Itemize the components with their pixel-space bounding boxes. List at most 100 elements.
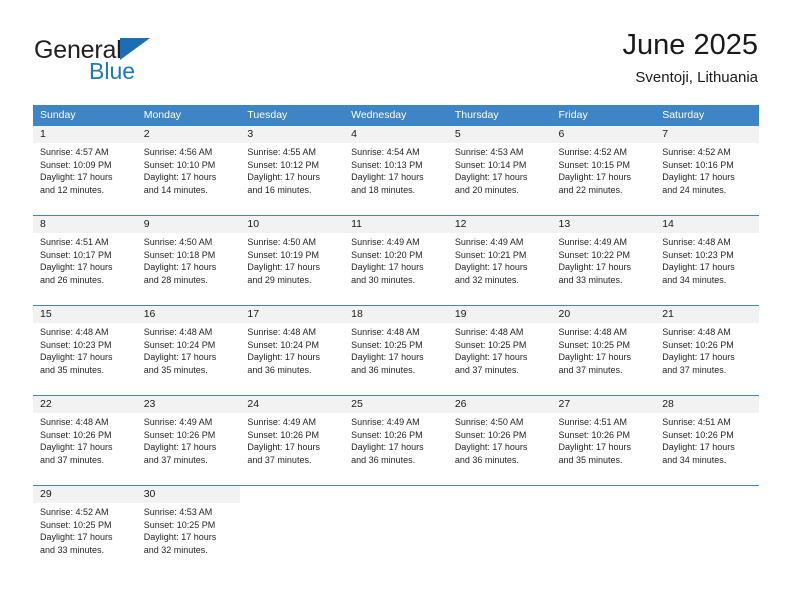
- day-detail-sunset: Sunset: 10:26 PM: [351, 429, 423, 440]
- day-detail-daylight-line1: Daylight: 17 hours: [143, 532, 217, 542]
- day-detail-sunrise: Sunrise: 4:56 AM: [143, 147, 213, 157]
- day-number: 22: [33, 396, 137, 413]
- day-detail-daylight-line1: Daylight: 17 hours: [40, 532, 113, 542]
- logo-text-blue: Blue: [89, 58, 136, 84]
- day-details: [448, 503, 552, 506]
- day-cell[interactable]: 24 Sunrise: 4:49 AM Sunset: 10:26 PM Daylig…: [240, 396, 345, 472]
- day-number: [551, 486, 656, 503]
- day-detail-daylight-line2: and 36 minutes.: [247, 364, 312, 375]
- day-cell[interactable]: 5 Sunrise: 4:53 AM Sunset: 10:14 PM Dayligh…: [447, 126, 552, 202]
- calendar-week-cells: 1 Sunrise: 4:57 AM Sunset: 10:09 PM Dayligh…: [33, 126, 759, 202]
- day-cell[interactable]: 27 Sunrise: 4:51 AM Sunset: 10:26 PM Daylig…: [551, 396, 656, 472]
- day-cell[interactable]: 12 Sunrise: 4:49 AM Sunset: 10:21 PM Daylig…: [447, 216, 552, 292]
- day-cell-empty: [551, 486, 656, 562]
- day-detail-daylight-line2: and 36 minutes.: [351, 364, 416, 375]
- day-details: Sunrise: 4:48 AM Sunset: 10:26 PM Daylight…: [655, 323, 759, 376]
- day-cell[interactable]: 1 Sunrise: 4:57 AM Sunset: 10:09 PM Dayligh…: [33, 126, 137, 202]
- day-detail-daylight-line1: Daylight: 17 hours: [558, 442, 632, 452]
- day-cell[interactable]: 19 Sunrise: 4:48 AM Sunset: 10:25 PM Daylig…: [447, 306, 552, 382]
- day-detail-sunset: Sunset: 10:26 PM: [454, 429, 527, 440]
- day-cell[interactable]: 17 Sunrise: 4:48 AM Sunset: 10:24 PM Daylig…: [240, 306, 345, 382]
- day-cell[interactable]: 18 Sunrise: 4:48 AM Sunset: 10:25 PM Daylig…: [344, 306, 448, 382]
- day-cell[interactable]: 15 Sunrise: 4:48 AM Sunset: 10:23 PM Daylig…: [33, 306, 137, 382]
- day-detail-daylight-line1: Daylight: 17 hours: [40, 352, 113, 362]
- day-details: Sunrise: 4:49 AM Sunset: 10:21 PM Daylight…: [448, 233, 552, 286]
- day-details: Sunrise: 4:48 AM Sunset: 10:26 PM Daylight…: [33, 413, 137, 466]
- day-cell[interactable]: 23 Sunrise: 4:49 AM Sunset: 10:26 PM Daylig…: [136, 396, 241, 472]
- day-cell[interactable]: 26 Sunrise: 4:50 AM Sunset: 10:26 PM Daylig…: [447, 396, 552, 472]
- day-detail-daylight-line2: and 20 minutes.: [454, 184, 519, 195]
- day-details: Sunrise: 4:48 AM Sunset: 10:25 PM Daylight…: [344, 323, 448, 376]
- day-cell[interactable]: 8 Sunrise: 4:51 AM Sunset: 10:17 PM Dayligh…: [33, 216, 137, 292]
- day-detail-sunset: Sunset: 10:24 PM: [143, 339, 216, 350]
- day-detail-sunset: Sunset: 10:23 PM: [662, 249, 734, 260]
- day-cell[interactable]: 29 Sunrise: 4:52 AM Sunset: 10:25 PM Daylig…: [33, 486, 137, 562]
- day-detail-sunset: Sunset: 10:17 PM: [40, 249, 112, 260]
- day-detail-daylight-line1: Daylight: 17 hours: [662, 352, 735, 362]
- day-cell[interactable]: 11 Sunrise: 4:49 AM Sunset: 10:20 PM Daylig…: [344, 216, 448, 292]
- calendar-week-row: 15 Sunrise: 4:48 AM Sunset: 10:23 PM Daylig…: [33, 305, 759, 382]
- day-number: 20: [551, 306, 656, 323]
- day-details: Sunrise: 4:52 AM Sunset: 10:15 PM Daylight…: [552, 143, 656, 196]
- day-details: Sunrise: 4:53 AM Sunset: 10:25 PM Daylight…: [137, 503, 241, 556]
- day-detail-daylight-line2: and 14 minutes.: [143, 184, 208, 195]
- calendar-week-cells: 29 Sunrise: 4:52 AM Sunset: 10:25 PM Daylig…: [33, 486, 759, 562]
- weekday-header-saturday: Saturday: [662, 109, 705, 121]
- day-detail-daylight-line1: Daylight: 17 hours: [558, 172, 632, 182]
- day-cell[interactable]: 25 Sunrise: 4:49 AM Sunset: 10:26 PM Daylig…: [344, 396, 448, 472]
- calendar-grid: Sunday Monday Tuesday Wednesday Thursday Frid…: [33, 105, 759, 562]
- day-number: 13: [551, 216, 656, 233]
- day-detail-daylight-line2: and 28 minutes.: [143, 274, 208, 285]
- general-blue-logo[interactable]: General Blue: [34, 36, 214, 86]
- day-detail-sunrise: Sunrise: 4:51 AM: [40, 237, 109, 247]
- day-detail-daylight-line1: Daylight: 17 hours: [558, 352, 632, 362]
- day-cell[interactable]: 10 Sunrise: 4:50 AM Sunset: 10:19 PM Daylig…: [240, 216, 345, 292]
- day-cell[interactable]: 22 Sunrise: 4:48 AM Sunset: 10:26 PM Daylig…: [33, 396, 137, 472]
- day-detail-sunrise: Sunrise: 4:48 AM: [662, 237, 731, 247]
- day-detail-sunrise: Sunrise: 4:49 AM: [351, 417, 420, 427]
- day-detail-sunset: Sunset: 10:10 PM: [143, 159, 216, 170]
- calendar-weeks: 1 Sunrise: 4:57 AM Sunset: 10:09 PM Dayligh…: [33, 126, 759, 562]
- day-detail-sunset: Sunset: 10:25 PM: [40, 519, 112, 530]
- day-detail-daylight-line1: Daylight: 17 hours: [247, 172, 320, 182]
- day-detail-sunset: Sunset: 10:12 PM: [247, 159, 319, 170]
- day-number: 26: [447, 396, 552, 413]
- day-cell[interactable]: 9 Sunrise: 4:50 AM Sunset: 10:18 PM Dayligh…: [136, 216, 241, 292]
- day-cell[interactable]: 16 Sunrise: 4:48 AM Sunset: 10:24 PM Daylig…: [136, 306, 241, 382]
- day-cell[interactable]: 14 Sunrise: 4:48 AM Sunset: 10:23 PM Daylig…: [655, 216, 759, 292]
- day-detail-sunrise: Sunrise: 4:48 AM: [558, 327, 628, 337]
- day-detail-sunrise: Sunrise: 4:48 AM: [662, 327, 731, 337]
- day-cell[interactable]: 13 Sunrise: 4:49 AM Sunset: 10:22 PM Daylig…: [551, 216, 656, 292]
- day-cell[interactable]: 4 Sunrise: 4:54 AM Sunset: 10:13 PM Dayligh…: [344, 126, 448, 202]
- day-cell[interactable]: 30 Sunrise: 4:53 AM Sunset: 10:25 PM Daylig…: [136, 486, 241, 562]
- day-cell[interactable]: 21 Sunrise: 4:48 AM Sunset: 10:26 PM Daylig…: [655, 306, 759, 382]
- day-cell[interactable]: 2 Sunrise: 4:56 AM Sunset: 10:10 PM Dayligh…: [136, 126, 241, 202]
- day-detail-sunset: Sunset: 10:24 PM: [247, 339, 319, 350]
- day-detail-sunset: Sunset: 10:20 PM: [351, 249, 423, 260]
- day-details: Sunrise: 4:55 AM Sunset: 10:12 PM Daylight…: [240, 143, 344, 196]
- day-cell[interactable]: 3 Sunrise: 4:55 AM Sunset: 10:12 PM Dayligh…: [240, 126, 345, 202]
- day-detail-sunset: Sunset: 10:26 PM: [247, 429, 319, 440]
- day-cell[interactable]: 28 Sunrise: 4:51 AM Sunset: 10:26 PM Daylig…: [655, 396, 759, 472]
- day-cell[interactable]: 7 Sunrise: 4:52 AM Sunset: 10:16 PM Dayligh…: [655, 126, 759, 202]
- day-details: Sunrise: 4:52 AM Sunset: 10:16 PM Daylight…: [655, 143, 759, 196]
- day-number: 17: [240, 306, 345, 323]
- day-detail-daylight-line1: Daylight: 17 hours: [454, 262, 528, 272]
- day-cell-empty: [447, 486, 552, 562]
- weekday-header-monday: Monday: [143, 109, 182, 121]
- day-cell[interactable]: 20 Sunrise: 4:48 AM Sunset: 10:25 PM Daylig…: [551, 306, 656, 382]
- day-number: 27: [551, 396, 656, 413]
- day-detail-daylight-line2: and 24 minutes.: [662, 184, 727, 195]
- day-detail-daylight-line1: Daylight: 17 hours: [662, 172, 735, 182]
- day-detail-sunrise: Sunrise: 4:50 AM: [143, 237, 213, 247]
- day-detail-daylight-line2: and 29 minutes.: [247, 274, 312, 285]
- day-number: 30: [136, 486, 241, 503]
- day-details: Sunrise: 4:48 AM Sunset: 10:24 PM Daylight…: [240, 323, 344, 376]
- day-number: [655, 486, 759, 503]
- day-detail-sunrise: Sunrise: 4:48 AM: [351, 327, 420, 337]
- day-detail-daylight-line1: Daylight: 17 hours: [454, 442, 528, 452]
- day-detail-sunrise: Sunrise: 4:49 AM: [558, 237, 628, 247]
- day-number: 5: [447, 126, 552, 143]
- day-cell[interactable]: 6 Sunrise: 4:52 AM Sunset: 10:15 PM Dayligh…: [551, 126, 656, 202]
- day-detail-sunrise: Sunrise: 4:51 AM: [558, 417, 628, 427]
